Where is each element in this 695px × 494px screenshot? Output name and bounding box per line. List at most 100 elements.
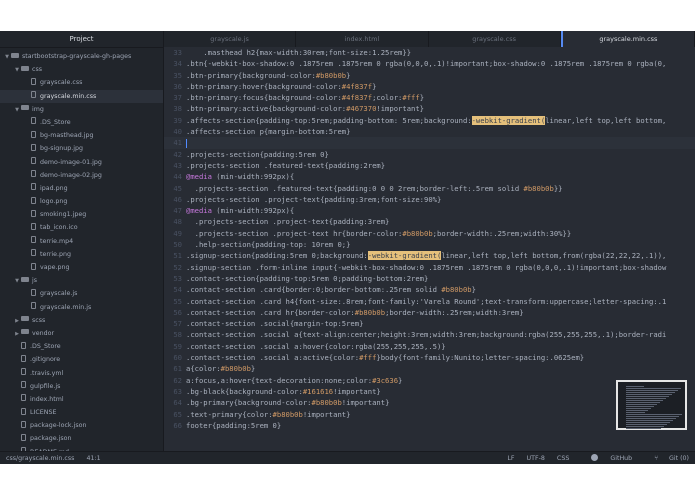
status-github[interactable]: GitHub [581, 453, 632, 462]
code-line[interactable]: 60 .contact-section .social a:active{colo… [164, 352, 695, 363]
tree-item-label: terrie.png [40, 250, 72, 258]
code-line[interactable]: 49 .projects-section .project-text hr{bo… [164, 228, 695, 239]
line-number: 53 [173, 273, 182, 283]
tree-file[interactable]: grayscale.min.js [0, 301, 163, 314]
tab-index-html[interactable]: index.html [296, 31, 429, 47]
code-line[interactable]: 57 .contact-section .social{margin-top:5r… [164, 318, 695, 329]
tree-file[interactable]: .gitignore [0, 353, 163, 366]
tree-file[interactable]: smoking1.jpeg [0, 208, 163, 221]
tree-file[interactable]: vape.png [0, 261, 163, 274]
code-text: .contact-section{padding-top:5rem 0;padd… [186, 273, 429, 283]
status-line-ending[interactable]: LF [507, 455, 514, 462]
tree-file[interactable]: .DS_Store [0, 340, 163, 353]
code-line[interactable]: 58 .contact-section .social a{text-align:… [164, 329, 695, 340]
tree-file[interactable]: demo-image-02.jpg [0, 169, 163, 182]
code-line[interactable]: 44 @media (min-width:992px){ [164, 171, 695, 182]
code-line[interactable]: 45 .projects-section .featured-text{padd… [164, 183, 695, 194]
code-line[interactable]: 35 .btn-primary{background-color:#b80b0b} [164, 70, 695, 81]
code-text: .projects-section{padding:5rem 0} [186, 149, 329, 159]
file-icon [31, 130, 36, 138]
tree-file[interactable]: gulpfile.js [0, 380, 163, 393]
tree-folder[interactable]: ▼ img [0, 103, 163, 116]
tree-file[interactable]: bg-signup.jpg [0, 142, 163, 155]
tree-file[interactable]: .travis.yml [0, 367, 163, 380]
tree-file[interactable]: LICENSE [0, 406, 163, 419]
file-icon [21, 420, 26, 428]
tree-folder[interactable]: ▶ scss [0, 314, 163, 327]
code-text: .masthead h2{max-width:30rem;font-size:1… [186, 48, 412, 57]
code-line[interactable]: 48 .projects-section .project-text{paddi… [164, 216, 695, 227]
code-line[interactable]: 36 .btn-primary:hover{background-color:#4… [164, 81, 695, 92]
tree-item-label: ipad.png [40, 184, 68, 192]
tree-file[interactable]: grayscale.min.css [0, 89, 163, 103]
code-text: .btn-primary:active{background-color:#46… [186, 104, 425, 114]
code-line[interactable]: 43 .projects-section .featured-text{paddi… [164, 160, 695, 171]
folder-icon [21, 105, 29, 111]
code-line[interactable]: 52 .signup-section .form-inline input{-we… [164, 262, 695, 273]
line-number: 34 [173, 59, 182, 69]
folder-icon [21, 329, 29, 335]
minimap-line [626, 386, 644, 387]
tree-file[interactable]: terrie.mp4 [0, 235, 163, 248]
code-text: .contact-section .social a:active{color:… [186, 353, 585, 363]
code-line[interactable]: 54 .contact-section .card{border:0;border… [164, 284, 695, 295]
tree-file[interactable]: .DS_Store [0, 116, 163, 129]
line-number: 35 [173, 70, 182, 80]
code-line[interactable]: 42 .projects-section{padding:5rem 0} [164, 149, 695, 160]
code-line[interactable]: 37 .btn-primary:focus{background-color:#4… [164, 92, 695, 103]
code-line[interactable]: 47 @media (min-width:992px){ [164, 205, 695, 216]
code-line[interactable]: 55 .contact-section .card h4{font-size:.8… [164, 296, 695, 307]
tree-file[interactable]: grayscale.js [0, 287, 163, 300]
tree-file[interactable]: grayscale.css [0, 76, 163, 89]
code-line[interactable]: 51 .signup-section{padding:5rem 0;backgro… [164, 250, 695, 261]
code-line[interactable]: 59 .contact-section .social a:hover{color… [164, 341, 695, 352]
code-text: .contact-section .social{margin-top:5rem… [186, 319, 364, 329]
tree-file[interactable]: bg-masthead.jpg [0, 129, 163, 142]
tree-file[interactable]: logo.png [0, 195, 163, 208]
code-line[interactable]: 40 .affects-section p{margin-bottom:5rem} [164, 126, 695, 137]
tree-folder[interactable]: ▼ startbootstrap-grayscale-gh-pages [0, 50, 163, 63]
code-line[interactable]: 50 .help-section{padding-top: 10rem 0;} [164, 239, 695, 250]
line-number: 38 [173, 104, 182, 114]
status-grammar[interactable]: CSS [557, 455, 569, 462]
tab-grayscale-js[interactable]: grayscale.js [164, 31, 297, 47]
tree-file[interactable]: tab_icon.ico [0, 221, 163, 234]
line-number: 40 [173, 127, 182, 137]
minimap-line [626, 424, 667, 425]
code-line[interactable]: 33 .masthead h2{max-width:30rem;font-siz… [164, 47, 695, 58]
status-git[interactable]: ⑂ Git (0) [644, 455, 689, 462]
status-file-path[interactable]: css/grayscale.min.css [6, 455, 74, 462]
status-cursor-position[interactable]: 41:1 [86, 455, 100, 462]
line-number: 47 [173, 206, 182, 216]
code-line[interactable]: 53 .contact-section{padding-top:5rem 0;pa… [164, 273, 695, 284]
minimap-line [626, 398, 666, 399]
file-icon [21, 354, 26, 362]
tab-bar: grayscale.js index.html grayscale.css grays… [164, 31, 695, 48]
minimap[interactable] [616, 380, 687, 430]
line-number: 37 [173, 93, 182, 103]
line-number: 45 [173, 183, 182, 193]
code-line[interactable]: 46 .projects-section .project-text{paddin… [164, 194, 695, 205]
file-icon [31, 157, 36, 164]
status-encoding[interactable]: UTF-8 [527, 455, 545, 462]
code-line[interactable]: 41 [164, 137, 695, 149]
tab-grayscale-min-css[interactable]: grayscale.min.css [560, 31, 695, 47]
code-line[interactable]: 38 .btn-primary:active{background-color:#… [164, 103, 695, 114]
tree-file[interactable]: package.json [0, 432, 163, 445]
tree-file[interactable]: index.html [0, 393, 163, 406]
tree-folder[interactable]: ▼ js [0, 274, 163, 287]
tree-file[interactable]: demo-image-01.jpg [0, 156, 163, 169]
code-line[interactable]: 34 .btn{-webkit-box-shadow:0 .1875rem .18… [164, 58, 695, 69]
tree-file[interactable]: terrie.png [0, 248, 163, 261]
code-line[interactable]: 61 a{color:#b80b0b} [164, 363, 695, 374]
tree-file[interactable]: package-lock.json [0, 419, 163, 432]
tree-folder[interactable]: ▶ vendor [0, 327, 163, 340]
tab-grayscale-css[interactable]: grayscale.css [429, 31, 561, 47]
tree-file[interactable]: ipad.png [0, 182, 163, 195]
file-icon [31, 183, 36, 191]
code-line[interactable]: 56 .contact-section .card hr{border-color… [164, 307, 695, 318]
minimap-line [626, 400, 663, 401]
code-line[interactable]: 39 .affects-section{padding-top:5rem;padd… [164, 115, 695, 126]
file-icon [31, 302, 36, 310]
tree-folder[interactable]: ▼ css [0, 63, 163, 76]
